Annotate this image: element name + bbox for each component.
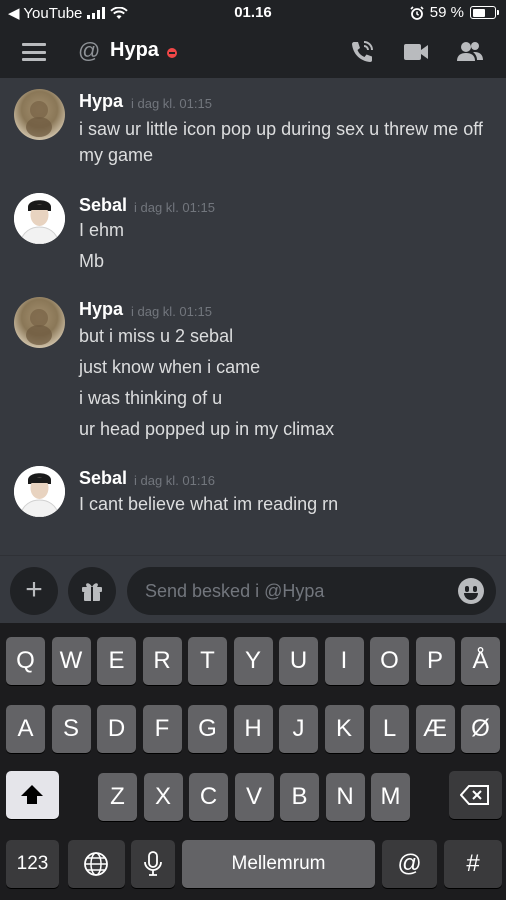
emoji-icon[interactable] [458, 578, 484, 604]
hypa-avatar[interactable] [14, 89, 65, 140]
microphone-icon [144, 851, 162, 876]
key[interactable]: S [51, 705, 91, 753]
key[interactable]: G [188, 705, 227, 753]
backspace-key[interactable] [449, 771, 502, 819]
key[interactable]: X [143, 773, 183, 821]
key[interactable]: D [97, 705, 136, 753]
key[interactable]: J [279, 705, 318, 753]
plus-icon: + [25, 573, 43, 606]
hash-key[interactable]: # [444, 840, 502, 888]
message-text: but i miss u 2 sebal [79, 326, 234, 346]
status-right: 59 % [410, 4, 499, 21]
numbers-key[interactable]: 123 [6, 840, 59, 888]
do-not-disturb-status-icon [167, 48, 177, 58]
key[interactable]: N [325, 773, 365, 821]
channel-header: @ Hypa [0, 26, 506, 78]
key[interactable]: Z [98, 773, 137, 821]
message-text: i saw ur little icon pop up during sex u… [79, 119, 483, 139]
key[interactable]: Q [6, 637, 45, 685]
globe-icon [84, 852, 108, 876]
alarm-clock-icon [410, 5, 424, 20]
message-author[interactable]: Hypa [79, 299, 123, 320]
hypa-avatar[interactable] [14, 297, 65, 348]
key[interactable]: U [279, 637, 318, 685]
key[interactable]: C [189, 773, 228, 821]
message-text: I cant believe what im reading rn [79, 494, 339, 514]
shift-key[interactable] [6, 771, 59, 819]
message-text: just know when i came [79, 357, 261, 377]
channel-title[interactable]: Hypa [110, 39, 159, 62]
key[interactable]: R [142, 637, 182, 685]
key[interactable]: F [142, 705, 182, 753]
message-text: my game [79, 145, 154, 165]
onscreen-keyboard: QWERTYUIOPÅ ASDFGHJKLÆØ ZXCVBNM 123 Mell… [0, 623, 506, 900]
add-attachment-button[interactable]: + [10, 567, 58, 615]
message-timestamp: i dag kl. 01:15 [131, 304, 212, 319]
message-author[interactable]: Sebal [79, 195, 127, 216]
message-composer: + Send besked i @Hypa [0, 555, 506, 623]
key[interactable]: E [97, 637, 136, 685]
key[interactable]: H [233, 705, 273, 753]
sebal-avatar[interactable] [14, 466, 65, 517]
key[interactable]: Y [233, 637, 273, 685]
key[interactable]: B [280, 773, 319, 821]
call-icon[interactable] [348, 38, 376, 66]
key[interactable]: Ø [461, 705, 500, 753]
message-timestamp: i dag kl. 01:15 [134, 200, 215, 215]
battery-percent: 59 % [429, 4, 464, 21]
member-list-icon[interactable] [455, 38, 485, 66]
battery-icon [470, 6, 499, 19]
message-input[interactable]: Send besked i @Hypa [127, 567, 496, 615]
key[interactable]: Å [461, 637, 500, 685]
sebal-avatar[interactable] [14, 193, 65, 244]
at-icon: @ [78, 38, 101, 63]
space-key[interactable]: Mellemrum [182, 840, 375, 888]
message-text: I ehm [79, 220, 125, 240]
video-call-icon[interactable] [402, 38, 430, 66]
backspace-icon [460, 785, 489, 805]
message-author[interactable]: Hypa [79, 91, 123, 112]
key[interactable]: W [51, 637, 91, 685]
menu-icon[interactable] [22, 43, 46, 61]
key[interactable]: P [415, 637, 455, 685]
key[interactable]: Æ [415, 705, 455, 753]
message-text: ur head popped up in my climax [79, 419, 335, 439]
message-input-placeholder: Send besked i @Hypa [145, 581, 325, 601]
message-text: i was thinking of u [79, 388, 223, 408]
key[interactable]: T [188, 637, 227, 685]
status-bar: ◀ YouTube 01.16 59 % [0, 0, 506, 26]
gift-button[interactable] [68, 567, 116, 615]
message-text: Mb [79, 251, 105, 271]
gift-icon [82, 583, 102, 601]
at-key[interactable]: @ [382, 840, 437, 888]
message-timestamp: i dag kl. 01:15 [131, 96, 212, 111]
dictation-key[interactable] [131, 840, 175, 888]
key[interactable]: V [234, 773, 274, 821]
key[interactable]: I [324, 637, 364, 685]
message-timestamp: i dag kl. 01:16 [134, 473, 215, 488]
message-author[interactable]: Sebal [79, 468, 127, 489]
shift-icon [21, 785, 43, 804]
key[interactable]: A [6, 705, 45, 753]
key[interactable]: M [371, 773, 410, 821]
key[interactable]: O [370, 637, 409, 685]
key[interactable]: L [370, 705, 409, 753]
globe-key[interactable] [68, 840, 125, 888]
key[interactable]: K [324, 705, 364, 753]
